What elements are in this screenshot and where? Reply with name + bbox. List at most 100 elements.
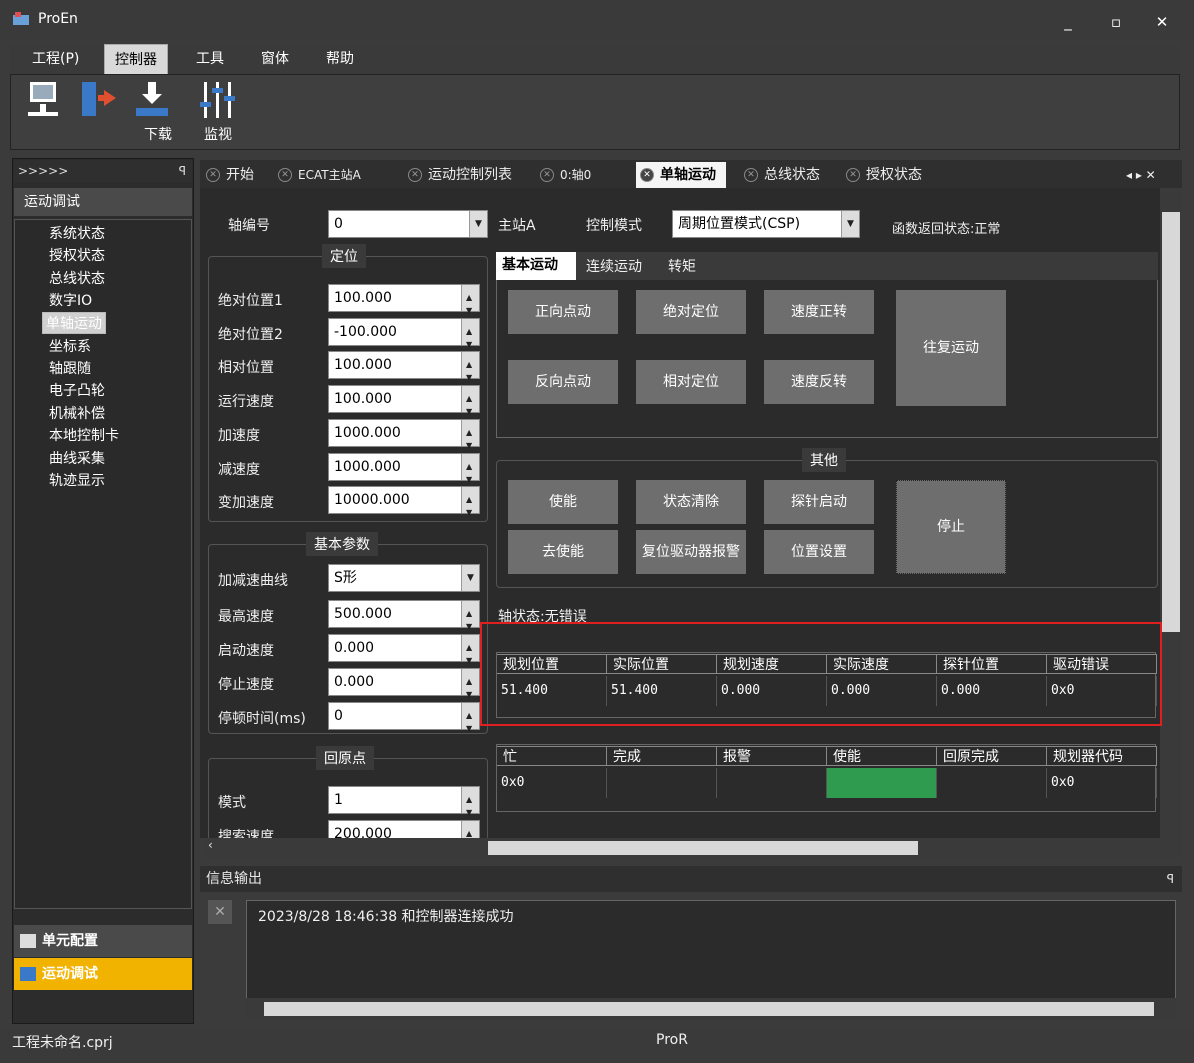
jog-negative-button[interactable]: 反向点动 (508, 360, 618, 404)
spinner-icon[interactable] (461, 352, 479, 391)
enable-button[interactable]: 使能 (508, 480, 618, 524)
numeric-input[interactable]: 1000.000 (328, 418, 480, 459)
tree-item-single-axis[interactable]: 单轴运动 (42, 312, 106, 334)
jog-positive-button[interactable]: 正向点动 (508, 290, 618, 334)
tab-nav-controls[interactable]: ◂ ▸ ✕ (1126, 162, 1156, 188)
tree-item-mech-comp[interactable]: 机械补偿 (46, 403, 108, 425)
tree-item-axis-follow[interactable]: 轴跟随 (46, 358, 94, 380)
tree-item-local-card[interactable]: 本地控制卡 (46, 425, 122, 447)
tab-basic-motion[interactable]: 基本运动 (496, 252, 576, 280)
download-button[interactable]: 下载 (126, 78, 178, 146)
disconnect-icon[interactable] (76, 78, 128, 122)
numeric-input[interactable]: 1000.000 (328, 452, 480, 493)
close-tab-icon[interactable]: ✕ (278, 168, 292, 182)
close-tab-icon[interactable]: ✕ (206, 168, 220, 182)
tree-item-system-status[interactable]: 系统状态 (46, 223, 108, 245)
motion-debug-button[interactable]: 运动调试 (14, 958, 192, 990)
numeric-input[interactable]: 100.000 (328, 385, 480, 425)
spinner-icon[interactable] (461, 635, 479, 674)
tree-item-ecam[interactable]: 电子凸轮 (46, 380, 108, 402)
tree-item-trajectory[interactable]: 轨迹显示 (46, 470, 108, 492)
close-tab-icon[interactable]: ✕ (640, 168, 654, 182)
numeric-input[interactable]: 0 (328, 702, 480, 742)
reciprocate-button[interactable]: 往复运动 (896, 290, 1006, 406)
close-tab-icon[interactable]: ✕ (846, 168, 860, 182)
tab-continuous-motion[interactable]: 连续运动 (586, 256, 642, 276)
spinner-icon[interactable] (461, 487, 479, 526)
hscroll-left-arrow[interactable]: ‹ (204, 838, 488, 858)
tab-license-label: 授权状态 (866, 167, 922, 183)
maximize-button[interactable]: ▫ (1098, 8, 1134, 36)
project-file: 工程未命名.cprj (12, 1035, 113, 1051)
reset-alarm-button[interactable]: 复位驱动器报警 (636, 530, 746, 574)
control-mode-select[interactable]: 周期位置模式(CSP) ▼ (672, 210, 860, 238)
menu-help[interactable]: 帮助 (316, 44, 364, 74)
tab-start[interactable]: ✕ 开始 (206, 162, 254, 188)
absolute-position-button[interactable]: 绝对定位 (636, 290, 746, 334)
tab-ecat-master[interactable]: ✕ ECAT主站A (278, 162, 361, 188)
set-position-button[interactable]: 位置设置 (764, 530, 874, 574)
spinner-icon[interactable] (461, 787, 479, 826)
stop-button[interactable]: 停止 (896, 480, 1006, 574)
collapse-arrows[interactable]: >>>>> (18, 164, 68, 178)
axis-number-select[interactable]: 0 ▼ (328, 210, 488, 238)
numeric-input[interactable]: 100.000 (328, 351, 480, 391)
velocity-reverse-button[interactable]: 速度反转 (764, 360, 874, 404)
vertical-scrollbar[interactable] (1160, 192, 1182, 838)
disable-button[interactable]: 去使能 (508, 530, 618, 574)
numeric-input[interactable]: 0.000 (328, 634, 480, 674)
tab-bus-status[interactable]: ✕ 总线状态 (744, 162, 820, 188)
numeric-input[interactable]: -100.000 (328, 317, 480, 358)
close-button[interactable]: ✕ (1144, 8, 1180, 36)
tab-license-status[interactable]: ✕ 授权状态 (846, 162, 922, 188)
numeric-input[interactable]: 1 (328, 786, 480, 826)
close-tab-icon[interactable]: ✕ (744, 168, 758, 182)
tab-axis0[interactable]: ✕ 0:轴0 (540, 162, 591, 188)
numeric-input[interactable]: 0.000 (328, 668, 480, 708)
spinner-icon[interactable] (461, 318, 479, 358)
info-hscroll[interactable] (246, 998, 1176, 1020)
tree-item-bus-status[interactable]: 总线状态 (46, 268, 108, 290)
numeric-input[interactable]: 100.000 (328, 284, 480, 324)
spinner-icon[interactable] (461, 419, 479, 459)
spinner-icon[interactable] (461, 453, 479, 493)
chevron-down-icon[interactable]: ▼ (461, 565, 479, 591)
probe-start-button[interactable]: 探针启动 (764, 480, 874, 524)
clear-output-icon[interactable]: ✕ (208, 900, 232, 924)
unit-config-button[interactable]: 单元配置 (14, 925, 192, 957)
tab-motion-list[interactable]: ✕ 运动控制列表 (408, 162, 512, 188)
velocity-forward-button[interactable]: 速度正转 (764, 290, 874, 334)
homing-title: 回原点 (316, 746, 374, 770)
connect-icon[interactable] (22, 78, 74, 122)
minimize-button[interactable]: _ (1050, 8, 1086, 36)
spinner-icon[interactable] (461, 669, 479, 708)
menu-window[interactable]: 窗体 (251, 44, 299, 74)
relative-position-button[interactable]: 相对定位 (636, 360, 746, 404)
spinner-icon[interactable] (461, 386, 479, 425)
curve-select[interactable]: S形 ▼ (328, 564, 480, 592)
info-hscroll-thumb[interactable] (264, 1002, 1154, 1016)
tree-item-license-status[interactable]: 授权状态 (46, 245, 108, 267)
clear-status-button[interactable]: 状态清除 (636, 480, 746, 524)
scroll-thumb[interactable] (1162, 212, 1180, 632)
pin-icon[interactable]: ꟼ (1167, 866, 1174, 892)
tree-item-coordinate[interactable]: 坐标系 (46, 336, 94, 358)
numeric-input[interactable]: 10000.000 (328, 486, 480, 526)
menu-project[interactable]: 工程(P) (22, 44, 89, 74)
monitor-button[interactable]: 监视 (194, 78, 246, 146)
close-tab-icon[interactable]: ✕ (408, 168, 422, 182)
chevron-down-icon[interactable]: ▼ (469, 211, 487, 237)
spinner-icon[interactable] (461, 601, 479, 640)
close-tab-icon[interactable]: ✕ (540, 168, 554, 182)
numeric-input[interactable]: 500.000 (328, 600, 480, 640)
tab-single-axis[interactable]: ✕ 单轴运动 (636, 162, 726, 188)
tree-item-digital-io[interactable]: 数字IO (46, 290, 95, 312)
spinner-icon[interactable] (461, 703, 479, 742)
spinner-icon[interactable] (461, 285, 479, 324)
tree-item-curve-capture[interactable]: 曲线采集 (46, 448, 108, 470)
tab-torque[interactable]: 转矩 (668, 256, 696, 276)
menu-tools[interactable]: 工具 (186, 44, 234, 74)
menu-controller[interactable]: 控制器 (104, 44, 168, 74)
pin-icon[interactable]: ꟼ (179, 160, 186, 182)
chevron-down-icon[interactable]: ▼ (841, 211, 859, 237)
